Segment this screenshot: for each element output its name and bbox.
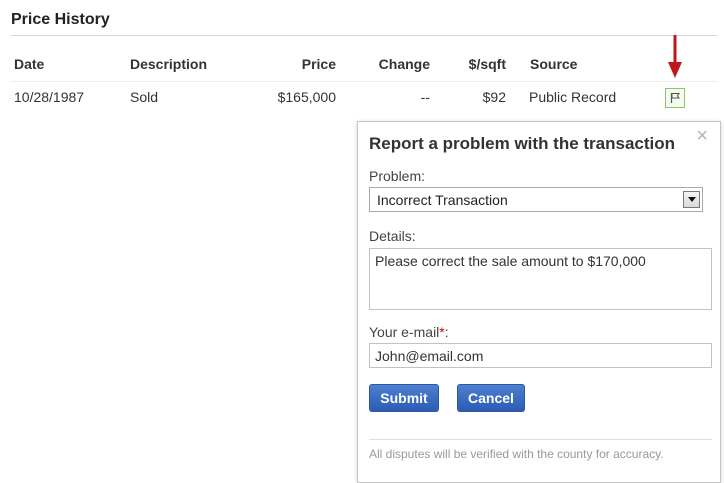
report-flag-button[interactable] xyxy=(665,88,685,108)
cancel-button[interactable]: Cancel xyxy=(457,384,525,412)
cell-price-per-sqft: $92 xyxy=(482,89,506,105)
submit-button[interactable]: Submit xyxy=(369,384,439,412)
flag-icon xyxy=(670,93,681,103)
cell-date: 10/28/1987 xyxy=(14,89,85,105)
column-header-date: Date xyxy=(14,56,45,72)
details-label: Details: xyxy=(369,228,416,244)
red-arrow-down-icon xyxy=(668,35,682,78)
cell-description: Sold xyxy=(130,89,159,105)
column-header-price: Price xyxy=(301,56,336,72)
close-icon[interactable]: × xyxy=(696,126,708,146)
chevron-down-icon[interactable] xyxy=(683,191,700,208)
column-header-change: Change xyxy=(378,56,430,72)
report-problem-dialog: Report a problem with the transaction × … xyxy=(357,121,721,483)
problem-label: Problem: xyxy=(369,168,426,184)
header-divider xyxy=(11,81,717,82)
email-field[interactable]: John@email.com xyxy=(369,343,712,368)
cell-price: $165,000 xyxy=(277,89,336,105)
problem-select[interactable]: Incorrect Transaction xyxy=(369,187,703,212)
problem-selected-value: Incorrect Transaction xyxy=(377,192,508,208)
column-header-price-per-sqft: $/sqft xyxy=(468,56,506,72)
email-label: Your e-mail*: xyxy=(369,324,449,340)
section-title: Price History xyxy=(11,11,110,28)
details-textarea[interactable]: Please correct the sale amount to $170,0… xyxy=(369,248,712,310)
column-header-source: Source xyxy=(530,56,578,72)
cell-change: -- xyxy=(420,89,430,105)
dialog-title: Report a problem with the transaction xyxy=(369,134,676,153)
column-header-description: Description xyxy=(130,56,208,72)
footer-note: All disputes will be verified with the c… xyxy=(369,447,664,461)
footer-divider xyxy=(369,439,712,440)
section-divider xyxy=(11,35,717,36)
email-label-text: Your e-mail xyxy=(369,324,440,340)
email-label-colon: : xyxy=(444,324,449,340)
cell-source: Public Record xyxy=(529,89,617,105)
